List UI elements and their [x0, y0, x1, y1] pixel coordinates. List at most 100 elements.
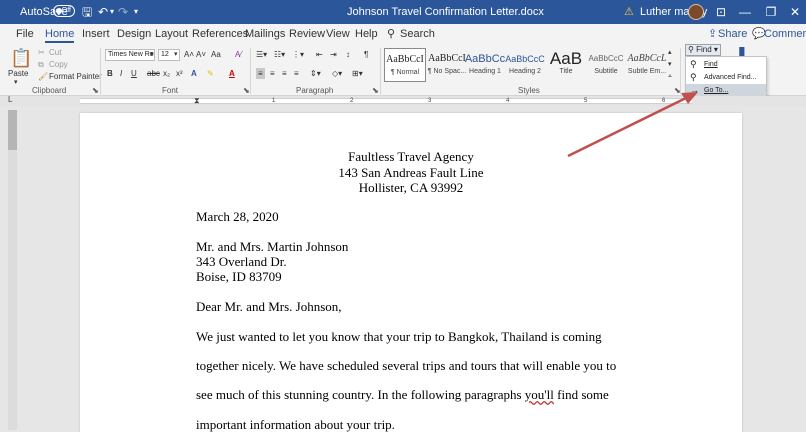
clipboard-launcher-icon[interactable]: ⬊	[92, 86, 99, 95]
save-icon[interactable]: 🖫	[82, 0, 92, 24]
format-painter-icon[interactable]: 🖌	[38, 71, 48, 82]
tell-me-search[interactable]: Search	[400, 27, 435, 43]
text-effects-icon[interactable]: A	[191, 68, 197, 79]
avatar[interactable]	[688, 4, 704, 20]
style-subtitle[interactable]: AaBbCcC Subtitle	[585, 48, 627, 82]
horizontal-ruler[interactable]: L 1 2 3 4 5 6 ⧗	[0, 95, 806, 106]
style-title[interactable]: AaB Title	[545, 48, 587, 82]
font-size-dropdown-icon[interactable]: ▾	[174, 49, 178, 60]
cut-icon[interactable]: ✂	[38, 47, 45, 58]
strikethrough-button[interactable]: abc	[147, 68, 160, 79]
cut-button[interactable]: Cut	[49, 47, 61, 58]
change-case-button[interactable]: Aa	[211, 49, 221, 60]
highlight-icon[interactable]: ✎	[207, 68, 214, 79]
sender-address-line2: Hollister, CA 93992	[358, 180, 464, 195]
tab-references[interactable]: References	[192, 27, 248, 43]
tab-help[interactable]: Help	[355, 27, 378, 43]
recipient-address-line1: 343 Overland Dr.	[196, 254, 287, 269]
tab-design[interactable]: Design	[117, 27, 151, 43]
styles-group-label: Styles	[518, 86, 540, 95]
find-button[interactable]: ⚲ Find ▾	[685, 44, 721, 56]
copy-button[interactable]: Copy	[49, 59, 68, 70]
menu-item-advanced-find[interactable]: ⚲ Advanced Find...	[686, 71, 766, 84]
paste-button[interactable]: Paste	[8, 68, 28, 79]
decrease-indent-icon[interactable]: ⇤	[316, 49, 323, 60]
style-heading-2[interactable]: AaBbCcC Heading 2	[504, 48, 546, 82]
align-right-icon[interactable]: ≡	[282, 68, 287, 79]
shading-icon[interactable]: ◇▾	[332, 68, 342, 79]
line-spacing-icon[interactable]: ⇕▾	[310, 68, 321, 79]
font-launcher-icon[interactable]: ⬊	[243, 86, 250, 95]
close-icon[interactable]: ✕	[782, 0, 806, 24]
copy-icon[interactable]: ⧉	[38, 59, 44, 70]
tab-file[interactable]: File	[16, 27, 34, 43]
borders-icon[interactable]: ⊞▾	[352, 68, 363, 79]
tab-insert[interactable]: Insert	[82, 27, 110, 43]
italic-button[interactable]: I	[120, 68, 122, 79]
font-name-box[interactable]: Times New Ro	[105, 49, 155, 61]
style-no-spacing[interactable]: AaBbCcI ¶ No Spac...	[426, 48, 468, 82]
spelling-flagged-word[interactable]: you'll	[525, 387, 554, 402]
styles-scroll-down-icon[interactable]: ▾	[668, 59, 672, 70]
bullets-icon[interactable]: ☰▾	[256, 49, 267, 60]
sort-icon[interactable]: ↕	[346, 49, 350, 60]
grow-font-button[interactable]: A˄	[184, 49, 194, 60]
increase-indent-icon[interactable]: ⇥	[330, 49, 337, 60]
style-normal[interactable]: AaBbCcI ¶ Normal	[384, 48, 426, 82]
tab-selector-icon[interactable]: L	[8, 95, 12, 105]
tab-view[interactable]: View	[326, 27, 350, 43]
document-page[interactable]: Faultless Travel Agency 143 San Andreas …	[80, 113, 742, 432]
numbering-icon[interactable]: ☷▾	[274, 49, 285, 60]
font-color-icon[interactable]: A	[229, 68, 235, 79]
underline-button[interactable]: U	[131, 68, 137, 79]
ruler-number: 4	[506, 98, 510, 104]
align-left-icon[interactable]: ≡	[256, 68, 265, 79]
undo-dropdown-icon[interactable]: ▾	[110, 0, 114, 24]
clear-formatting-icon[interactable]: A⁄	[235, 49, 242, 60]
find-dropdown-menu: ⚲ Find ⚲ Advanced Find... → Go To...	[685, 56, 767, 99]
tab-home[interactable]: Home	[45, 27, 75, 43]
restore-icon[interactable]: ❐	[758, 0, 784, 24]
paste-icon[interactable]: 📋	[10, 48, 32, 68]
vertical-ruler-margin	[8, 110, 17, 150]
align-center-icon[interactable]: ≡	[270, 68, 275, 79]
font-group-label: Font	[162, 86, 179, 95]
comments-button[interactable]: Comments	[764, 27, 806, 43]
paragraph-launcher-icon[interactable]: ⬊	[372, 86, 379, 95]
multilevel-list-icon[interactable]: ⋮▾	[292, 49, 304, 60]
tab-mailings[interactable]: Mailings	[245, 27, 285, 43]
search-icon[interactable]: ⚲	[387, 27, 395, 43]
font-name-dropdown-icon[interactable]: ▾	[150, 49, 154, 60]
divider	[680, 48, 681, 94]
style-subtle-emphasis[interactable]: AaBbCcL Subtle Em...	[626, 48, 668, 82]
divider	[380, 48, 381, 94]
share-button[interactable]: Share	[718, 27, 747, 43]
warning-icon[interactable]: ⚠	[624, 0, 634, 24]
ribbon-display-icon[interactable]: ⊡	[708, 0, 734, 24]
autosave-toggle[interactable]: Off	[53, 5, 75, 17]
styles-more-icon[interactable]: ⩡	[668, 71, 672, 82]
bold-button[interactable]: B	[107, 68, 113, 79]
ruler-number: 3	[428, 98, 432, 104]
tab-review[interactable]: Review	[289, 27, 325, 43]
subscript-button[interactable]: x₂	[163, 68, 170, 79]
redo-icon[interactable]: ↷	[118, 0, 128, 24]
format-painter-button[interactable]: Format Painter	[49, 71, 102, 82]
show-formatting-icon[interactable]: ¶	[364, 49, 368, 60]
body-line: see much of this stunning country. In th…	[196, 387, 609, 402]
styles-scroll-up-icon[interactable]: ▴	[668, 47, 672, 58]
menu-item-find[interactable]: ⚲ Find	[686, 58, 766, 71]
indent-marker-icon[interactable]: ⧗	[194, 96, 200, 106]
style-heading-1[interactable]: AaBbCc Heading 1	[464, 48, 506, 82]
tab-layout[interactable]: Layout	[155, 27, 188, 43]
superscript-button[interactable]: x²	[176, 68, 183, 79]
shrink-font-button[interactable]: A˅	[196, 49, 206, 60]
share-icon[interactable]: ⇪	[708, 27, 717, 43]
customize-qat-icon[interactable]: ▾	[134, 0, 138, 24]
ruler-track[interactable]	[80, 98, 692, 104]
undo-icon[interactable]: ↶	[98, 0, 108, 24]
justify-icon[interactable]: ≡	[294, 68, 299, 79]
minimize-icon[interactable]: —	[732, 0, 758, 24]
vertical-ruler[interactable]	[8, 110, 17, 430]
paste-dropdown-icon[interactable]: ▾	[14, 77, 18, 88]
